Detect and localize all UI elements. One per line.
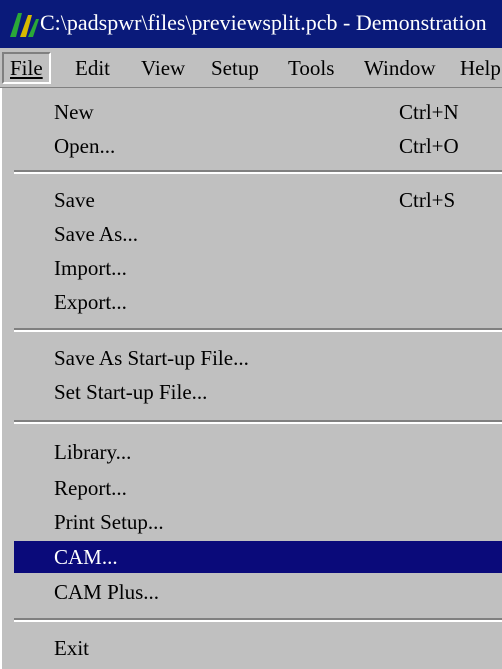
app-icon xyxy=(8,9,40,39)
menu-item-label: Export... xyxy=(54,290,127,314)
menu-item-save-as[interactable]: Save As... xyxy=(14,218,502,250)
menu-help[interactable]: Help xyxy=(454,52,502,84)
menu-item-library[interactable]: Library... xyxy=(14,436,502,468)
title-bar: C:\padspwr\files\previewsplit.pcb - Demo… xyxy=(0,0,502,48)
menu-item-shortcut: Ctrl+O xyxy=(399,134,459,158)
menu-bar: File Edit View Setup Tools Window Help xyxy=(0,48,502,88)
menu-item-export[interactable]: Export... xyxy=(14,286,502,318)
menu-item-label: CAM... xyxy=(54,545,118,569)
menu-setup[interactable]: Setup xyxy=(205,52,265,84)
menu-item-label: Print Setup... xyxy=(54,510,164,534)
menu-item-label: New xyxy=(54,100,94,124)
menu-item-report[interactable]: Report... xyxy=(14,472,502,504)
menu-item-new[interactable]: New Ctrl+N xyxy=(14,96,502,128)
menu-item-open[interactable]: Open... Ctrl+O xyxy=(14,130,502,162)
menu-item-label: Exit xyxy=(54,636,89,660)
menu-tools[interactable]: Tools xyxy=(282,52,340,84)
menu-item-label: Set Start-up File... xyxy=(54,380,208,404)
menu-item-label: Open... xyxy=(54,134,116,158)
menu-view[interactable]: View xyxy=(135,52,191,84)
file-menu-dropdown: New Ctrl+N Open... Ctrl+O Save Ctrl+S Sa… xyxy=(0,88,502,669)
menu-edit[interactable]: Edit xyxy=(69,52,116,84)
menu-item-save[interactable]: Save Ctrl+S xyxy=(14,184,502,216)
menu-separator xyxy=(14,618,502,622)
menu-item-label: Save As... xyxy=(54,222,138,246)
menu-item-label: CAM Plus... xyxy=(54,580,160,604)
menu-item-save-as-startup[interactable]: Save As Start-up File... xyxy=(14,342,502,374)
menu-item-label: Save As Start-up File... xyxy=(54,346,249,370)
menu-item-print-setup[interactable]: Print Setup... xyxy=(14,506,502,538)
menu-item-shortcut: Ctrl+S xyxy=(399,188,456,212)
menu-item-exit[interactable]: Exit xyxy=(14,632,502,664)
window-title: C:\padspwr\files\previewsplit.pcb - Demo… xyxy=(40,10,487,35)
menu-item-cam-plus[interactable]: CAM Plus... xyxy=(14,576,502,608)
menu-item-label: Save xyxy=(54,188,95,212)
menu-item-label: Library... xyxy=(54,440,132,464)
menu-item-set-startup[interactable]: Set Start-up File... xyxy=(14,376,502,408)
menu-item-label: Report... xyxy=(54,476,127,500)
menu-separator xyxy=(14,170,502,174)
menu-item-cam[interactable]: CAM... xyxy=(14,541,502,573)
menu-file[interactable]: File xyxy=(2,52,51,84)
menu-item-label: Import... xyxy=(54,256,127,280)
menu-file-label: File xyxy=(10,56,43,80)
menu-window[interactable]: Window xyxy=(358,52,441,84)
menu-item-shortcut: Ctrl+N xyxy=(399,100,459,124)
menu-item-import[interactable]: Import... xyxy=(14,252,502,284)
menu-separator xyxy=(14,420,502,424)
menu-separator xyxy=(14,328,502,332)
